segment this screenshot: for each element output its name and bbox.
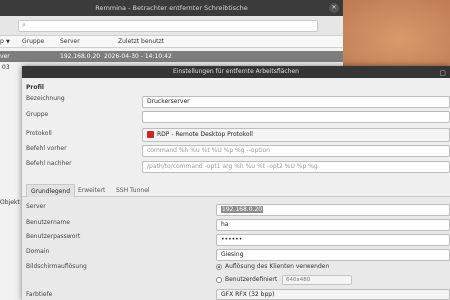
column-header-server[interactable]: Server (60, 38, 80, 45)
group-label: Gruppe (26, 111, 49, 118)
tab-panel-basic: Server 192.168.0.20 Benutzername ha Benu… (22, 197, 450, 300)
protocol-label: Protokoll (26, 130, 52, 137)
rdp-protocol-icon (147, 131, 154, 138)
password-field[interactable]: •••••• (216, 234, 450, 246)
settings-tabs: Grundlegend Erweitert SSH Tunnel (22, 184, 450, 197)
color-depth-dropdown[interactable]: GFX RFX (32 bpp) (216, 289, 450, 300)
protocol-dropdown[interactable]: RDP - Remote Desktop Protokoll (142, 128, 450, 142)
sort-down-icon: ▼ (6, 39, 10, 45)
pre-command-field[interactable]: command %h %u %t %U %p %g --option (142, 145, 450, 157)
protocol-value: RDP - Remote Desktop Protokoll (157, 131, 253, 138)
post-command-label: Befehl nachher (26, 160, 72, 167)
connection-row-selected[interactable]: ver 192.168.0.20 2026-04-30 - 14:10:42 (0, 51, 343, 62)
password-label: Benutzerpasswort (26, 233, 81, 240)
row-last-used: 2026-04-30 - 14:10:42 (104, 53, 172, 60)
column-header-group[interactable]: Gruppe (22, 38, 44, 45)
resolution-client-label: Auflösung des Klienten verwenden (225, 263, 330, 270)
post-command-field[interactable]: /path/to/command -opt1 arg %h %u %t -opt… (142, 161, 450, 173)
row-name: ver (0, 53, 10, 60)
custom-resolution-dropdown[interactable]: 640x480 (282, 275, 352, 285)
resolution-client-radio[interactable]: Auflösung des Klienten verwenden (216, 263, 329, 270)
username-field[interactable]: ha (216, 219, 450, 231)
remote-profile-dialog: Einstellungen für entfernte Arbeitsfläch… (22, 66, 450, 300)
row-server: 192.168.0.20 (60, 53, 101, 60)
radio-selected-icon (216, 263, 222, 270)
tab-ssh-tunnel[interactable]: SSH Tunnel (112, 184, 154, 197)
main-window-titlebar: Remmina - Betrachter entfernter Schreibt… (0, 0, 343, 16)
domain-label: Domain (26, 248, 50, 255)
domain-field[interactable]: Giesing (216, 249, 450, 261)
server-field[interactable]: 192.168.0.20 (216, 204, 450, 216)
connection-list-header: p ▼ Gruppe Server Zuletzt benutzt (0, 36, 343, 48)
close-icon[interactable]: ✕ (329, 3, 339, 13)
section-profile-label: Profil (26, 84, 44, 91)
tab-advanced[interactable]: Erweitert (74, 184, 109, 197)
tab-basic[interactable]: Grundlegend (26, 184, 75, 197)
search-icon: ⌕ (22, 21, 26, 29)
resolution-custom-radio[interactable]: Benutzerdefiniert (216, 276, 277, 283)
server-label: Server (26, 203, 46, 210)
name-label: Bezeichnung (26, 95, 65, 102)
maximize-icon[interactable]: ▢ (439, 67, 446, 79)
resolution-label: Bildschirmauflösung (26, 263, 87, 270)
column-header-last-used[interactable]: Zuletzt benutzt (118, 38, 164, 45)
color-depth-label: Farbtiefe (26, 291, 53, 298)
dialog-title: Einstellungen für entfernte Arbeitsfläch… (173, 68, 299, 75)
server-value: 192.168.0.20 (221, 206, 264, 213)
group-field[interactable] (142, 111, 450, 123)
main-window-title: Remmina - Betrachter entfernter Schreibt… (95, 4, 248, 12)
column-header-name[interactable]: p (0, 38, 4, 45)
resolution-custom-label: Benutzerdefiniert (225, 276, 278, 283)
color-depth-value: GFX RFX (32 bpp) (221, 291, 275, 298)
search-input[interactable]: ⌕ (18, 20, 318, 32)
name-field[interactable]: Druckerserver (142, 96, 450, 108)
side-item-objekt[interactable]: Objekt (0, 199, 20, 206)
username-label: Benutzername (26, 219, 70, 226)
main-toolbar: ⌕ (0, 16, 343, 36)
radio-unselected-icon (216, 276, 222, 283)
pre-command-label: Befehl vorher (26, 145, 67, 152)
side-item-03[interactable]: 03 (2, 64, 10, 71)
dialog-titlebar: Einstellungen für entfernte Arbeitsfläch… (22, 66, 450, 78)
